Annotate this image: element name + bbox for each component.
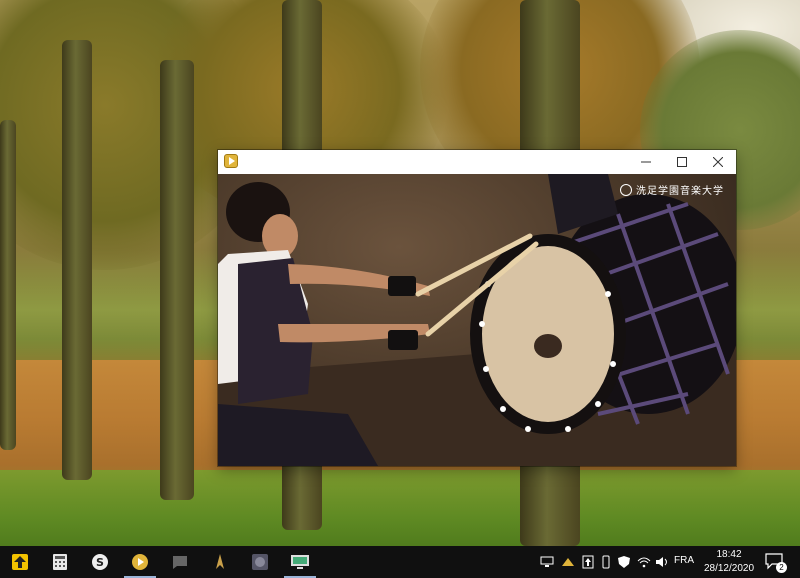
taskbar-app-media-player[interactable] (120, 546, 160, 578)
taskbar: S FRA 18:42 28/12/2020 2 (0, 546, 800, 578)
tray-monitor[interactable] (539, 554, 555, 570)
video-watermark: 洗足学園音楽大学 (620, 182, 724, 197)
close-icon (713, 157, 723, 167)
taskbar-app-photo[interactable] (240, 546, 280, 578)
watermark-text: 洗足学園音楽大学 (636, 186, 724, 197)
shield-icon (618, 556, 630, 568)
taskbar-app-screen[interactable] (280, 546, 320, 578)
media-player-window[interactable]: 洗足学園音楽大学 (218, 150, 736, 466)
taskbar-app-game[interactable] (200, 546, 240, 578)
clock-time: 18:42 (716, 549, 742, 560)
s-app-icon: S (92, 554, 108, 570)
calculator-app-icon (53, 554, 67, 570)
taskbar-app-s[interactable]: S (80, 546, 120, 578)
input-language[interactable]: FRA (674, 555, 694, 566)
minimize-button[interactable] (628, 150, 664, 174)
notification-count-badge: 2 (776, 562, 787, 573)
chat-app-icon (173, 556, 187, 569)
taiko-drum (470, 194, 736, 434)
wallpaper-tree-trunk (62, 40, 92, 480)
photo-app-icon (252, 554, 268, 570)
close-button[interactable] (700, 150, 736, 174)
network-share-icon (562, 558, 574, 566)
upload-app-icon (12, 554, 28, 570)
taskbar-app-chat[interactable] (160, 546, 200, 578)
tray-wifi[interactable] (636, 554, 652, 570)
screen-app-icon (291, 555, 309, 569)
monitor-icon (540, 556, 554, 567)
tray-security[interactable] (616, 554, 632, 570)
svg-text:S: S (96, 556, 104, 569)
clock[interactable]: 18:42 28/12/2020 (700, 548, 758, 576)
tray-volume[interactable] (654, 554, 670, 570)
taskbar-app-upload[interactable] (0, 546, 40, 578)
window-titlebar[interactable] (218, 150, 736, 174)
wallpaper-tree-trunk (0, 120, 16, 450)
game-app-icon (216, 554, 224, 569)
wallpaper-grass (0, 470, 800, 546)
maximize-button[interactable] (664, 150, 700, 174)
usb-icon (602, 555, 610, 569)
maximize-icon (677, 157, 687, 167)
clock-date: 28/12/2020 (703, 563, 755, 574)
tray-upload[interactable] (580, 554, 596, 570)
wifi-icon (637, 557, 651, 568)
upload-icon (582, 555, 594, 569)
video-content (218, 174, 736, 466)
tray-cloud[interactable] (560, 554, 576, 570)
media-player-app-icon (224, 154, 238, 168)
university-logo-icon (620, 183, 632, 196)
minimize-icon (641, 161, 651, 163)
media-player-app-icon (132, 554, 148, 570)
taskbar-app-calculator[interactable] (40, 546, 80, 578)
tray-usb[interactable] (598, 554, 614, 570)
volume-icon (656, 557, 667, 567)
wallpaper-tree-trunk (160, 60, 194, 500)
video-frame[interactable]: 洗足学園音楽大学 (218, 174, 736, 466)
